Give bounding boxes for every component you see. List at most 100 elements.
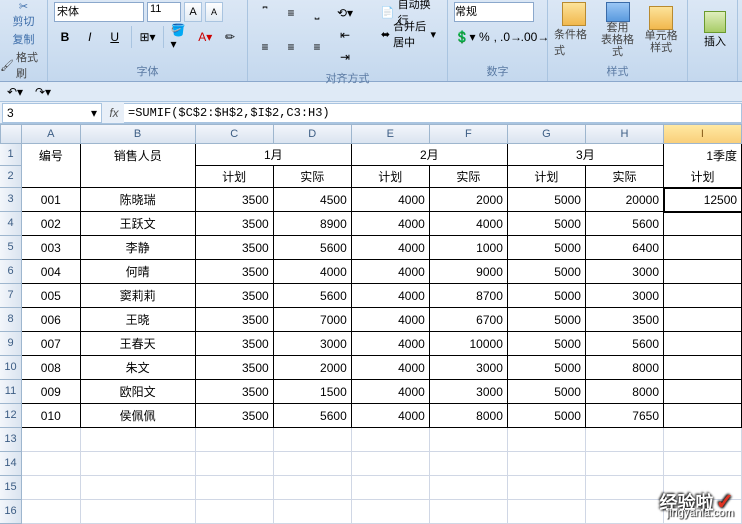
col-header[interactable]: A <box>22 124 81 144</box>
fx-button[interactable]: fx <box>104 103 124 123</box>
data-cell[interactable]: 1500 <box>274 380 352 404</box>
empty-cell[interactable] <box>81 452 196 476</box>
data-cell[interactable] <box>664 284 742 308</box>
header-cell[interactable]: 计划 <box>352 166 430 188</box>
data-cell[interactable]: 12500 <box>664 188 742 212</box>
data-cell[interactable] <box>664 380 742 404</box>
currency-button[interactable]: 💲▾ <box>454 26 476 48</box>
empty-cell[interactable] <box>196 428 274 452</box>
data-cell[interactable]: 5000 <box>508 332 586 356</box>
data-cell[interactable]: 5600 <box>586 332 664 356</box>
data-cell[interactable]: 8700 <box>430 284 508 308</box>
data-cell[interactable]: 7650 <box>586 404 664 428</box>
empty-cell[interactable] <box>22 452 81 476</box>
indent-dec-button[interactable]: ⇤ <box>334 24 356 46</box>
fill-color-button[interactable]: 🪣▾ <box>169 26 191 48</box>
empty-cell[interactable] <box>22 476 81 500</box>
data-cell[interactable]: 2000 <box>274 356 352 380</box>
col-header[interactable]: F <box>430 124 508 144</box>
empty-cell[interactable] <box>352 500 430 524</box>
cut-button[interactable]: ✂剪切 <box>0 0 47 29</box>
data-cell[interactable]: 李静 <box>81 236 196 260</box>
data-cell[interactable]: 陈晓瑞 <box>81 188 196 212</box>
data-cell[interactable]: 3000 <box>430 380 508 404</box>
data-cell[interactable]: 4000 <box>352 332 430 356</box>
data-cell[interactable] <box>664 332 742 356</box>
shrink-font-button[interactable]: A <box>205 2 223 22</box>
insert-button[interactable]: 插入 <box>694 2 736 58</box>
data-cell[interactable]: 5000 <box>508 284 586 308</box>
cell-styles-button[interactable]: 单元格 样式 <box>641 2 681 58</box>
header-cell[interactable] <box>22 166 81 188</box>
empty-cell[interactable] <box>274 500 352 524</box>
format-as-table-button[interactable]: 套用 表格格式 <box>598 2 638 58</box>
empty-cell[interactable] <box>586 500 664 524</box>
bold-button[interactable]: B <box>54 26 76 48</box>
empty-cell[interactable] <box>664 452 742 476</box>
font-color-button[interactable]: A▾ <box>194 26 216 48</box>
data-cell[interactable]: 5000 <box>508 356 586 380</box>
align-bottom-button[interactable]: ⎵ <box>306 2 328 24</box>
data-cell[interactable]: 3500 <box>196 308 274 332</box>
col-header[interactable]: B <box>81 124 196 144</box>
data-cell[interactable]: 10000 <box>430 332 508 356</box>
header-cell[interactable]: 计划 <box>508 166 586 188</box>
italic-button[interactable]: I <box>79 26 101 48</box>
header-cell[interactable]: 编号 <box>22 144 81 166</box>
data-cell[interactable]: 3500 <box>196 260 274 284</box>
empty-cell[interactable] <box>81 476 196 500</box>
data-cell[interactable]: 3500 <box>196 380 274 404</box>
inc-decimal-button[interactable]: .0→ <box>500 26 522 48</box>
row-header[interactable]: 13 <box>0 428 22 452</box>
chevron-down-icon[interactable]: ▾ <box>91 106 97 120</box>
empty-cell[interactable] <box>22 428 81 452</box>
copy-button[interactable]: 复制 <box>0 29 47 49</box>
row-header[interactable]: 9 <box>0 332 22 356</box>
grow-font-button[interactable]: A <box>184 2 202 22</box>
data-cell[interactable]: 5000 <box>508 188 586 212</box>
empty-cell[interactable] <box>352 452 430 476</box>
empty-cell[interactable] <box>196 452 274 476</box>
row-header[interactable]: 5 <box>0 236 22 260</box>
data-cell[interactable]: 1000 <box>430 236 508 260</box>
data-cell[interactable] <box>664 236 742 260</box>
name-box[interactable]: 3 ▾ <box>2 103 102 123</box>
data-cell[interactable]: 4500 <box>274 188 352 212</box>
data-cell[interactable]: 8000 <box>586 380 664 404</box>
data-cell[interactable]: 20000 <box>586 188 664 212</box>
data-cell[interactable]: 何晴 <box>81 260 196 284</box>
data-cell[interactable]: 3000 <box>586 260 664 284</box>
header-cell[interactable]: 1月 <box>196 144 352 166</box>
orientation-button[interactable]: ⟲▾ <box>334 2 356 24</box>
empty-cell[interactable] <box>274 452 352 476</box>
data-cell[interactable]: 4000 <box>352 284 430 308</box>
data-cell[interactable]: 3500 <box>196 236 274 260</box>
row-header[interactable]: 3 <box>0 188 22 212</box>
data-cell[interactable]: 9000 <box>430 260 508 284</box>
phonetic-button[interactable]: ✏ <box>219 26 241 48</box>
data-cell[interactable]: 4000 <box>352 308 430 332</box>
empty-cell[interactable] <box>586 452 664 476</box>
empty-cell[interactable] <box>430 452 508 476</box>
row-header[interactable]: 4 <box>0 212 22 236</box>
data-cell[interactable]: 4000 <box>352 212 430 236</box>
data-cell[interactable]: 7000 <box>274 308 352 332</box>
percent-button[interactable]: % <box>478 26 491 48</box>
empty-cell[interactable] <box>430 428 508 452</box>
data-cell[interactable]: 欧阳文 <box>81 380 196 404</box>
data-cell[interactable]: 3500 <box>586 308 664 332</box>
grid-body[interactable]: 编号 销售人员 1月 2月 3月 1季度 计划 实际 计划 实际 计划 实际 计… <box>22 144 742 524</box>
redo-button[interactable]: ↷▾ <box>32 81 54 103</box>
row-header[interactable]: 1 <box>0 144 22 166</box>
data-cell[interactable]: 3500 <box>196 212 274 236</box>
col-header[interactable]: I <box>664 124 742 144</box>
data-cell[interactable]: 3500 <box>196 188 274 212</box>
data-cell[interactable]: 窦莉莉 <box>81 284 196 308</box>
empty-cell[interactable] <box>274 428 352 452</box>
data-cell[interactable]: 001 <box>22 188 81 212</box>
data-cell[interactable] <box>664 212 742 236</box>
data-cell[interactable]: 5000 <box>508 380 586 404</box>
data-cell[interactable]: 王晓 <box>81 308 196 332</box>
empty-cell[interactable] <box>196 500 274 524</box>
empty-cell[interactable] <box>274 476 352 500</box>
